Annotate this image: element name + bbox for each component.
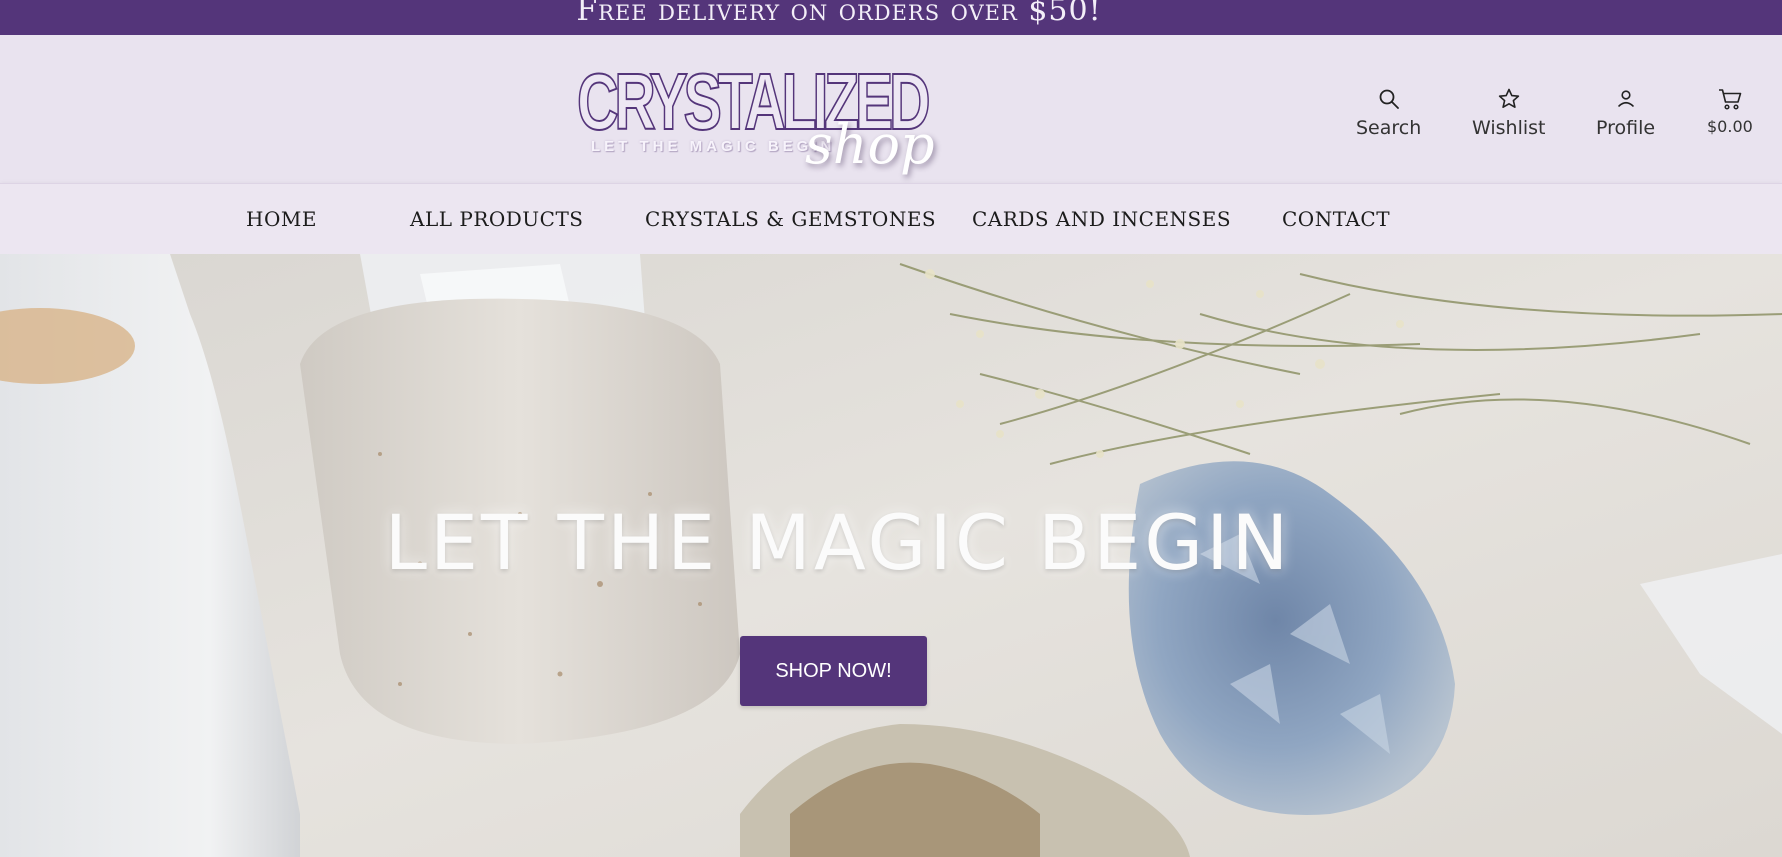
- hero-title: LET THE MAGIC BEGIN: [384, 498, 1292, 587]
- wishlist-button[interactable]: Wishlist: [1472, 87, 1546, 139]
- promo-bar: Free delivery on orders over $50!: [0, 0, 1782, 35]
- search-icon: [1379, 89, 1399, 109]
- nav-item-contact[interactable]: CONTACT: [1282, 207, 1390, 231]
- search-label: Search: [1356, 117, 1422, 139]
- star-icon: [1498, 88, 1519, 109]
- profile-label: Profile: [1596, 117, 1656, 139]
- site-logo[interactable]: CRYSTALIZED LET THE MAGIC BEGIN shop: [575, 56, 934, 181]
- site-header: CRYSTALIZED LET THE MAGIC BEGIN shop Sea…: [0, 35, 1782, 183]
- hero-banner: LET THE MAGIC BEGIN SHOP NOW!: [0, 254, 1782, 857]
- main-nav: HOME ALL PRODUCTS CRYSTALS & GEMSTONES C…: [0, 183, 1782, 255]
- wishlist-label: Wishlist: [1472, 117, 1546, 139]
- cart-total: $0.00: [1707, 117, 1753, 136]
- cart-button[interactable]: $0.00: [1707, 87, 1753, 136]
- nav-item-crystals-gemstones[interactable]: CRYSTALS & GEMSTONES: [645, 207, 936, 231]
- nav-item-all-products[interactable]: ALL PRODUCTS: [410, 207, 584, 231]
- profile-button[interactable]: Profile: [1596, 87, 1655, 139]
- nav-item-cards-incenses[interactable]: CARDS AND INCENSES: [972, 207, 1231, 231]
- shop-now-button[interactable]: SHOP NOW!: [740, 636, 927, 706]
- promo-text: Free delivery on orders over $50!: [576, 0, 1102, 28]
- cart-icon: [1718, 89, 1742, 110]
- logo-script: shop: [805, 113, 935, 176]
- header-tools: Search Wishlist Profile $0.00: [1322, 87, 1782, 147]
- user-icon: [1617, 90, 1634, 107]
- logo-tagline: LET THE MAGIC BEGIN: [591, 138, 836, 155]
- search-button[interactable]: Search: [1356, 87, 1421, 139]
- nav-item-home[interactable]: HOME: [246, 207, 317, 231]
